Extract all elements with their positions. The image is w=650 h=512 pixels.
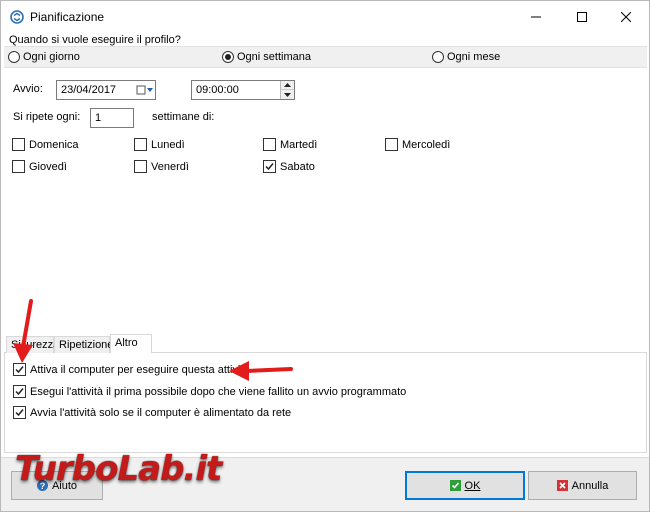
frequency-options: Ogni giorno Ogni settimana Ogni mese (4, 46, 647, 68)
window-title: Pianificazione (30, 10, 105, 24)
weeks-label: settimane di: (152, 111, 215, 123)
start-time-value: 09:00:00 (196, 84, 239, 96)
options-tabstrip: Sicurezza Ripetizione Altro (4, 334, 647, 354)
cancel-button[interactable]: Annulla (528, 471, 637, 500)
checkmark-icon (15, 388, 24, 396)
minimize-button[interactable] (513, 1, 559, 33)
day-checkbox-giovedi[interactable]: Giovedì (12, 160, 67, 173)
day-checkbox-domenica[interactable]: Domenica (12, 138, 79, 151)
calendar-icon (136, 85, 153, 95)
start-date-picker[interactable]: 23/04/2017 (56, 80, 156, 100)
maximize-icon (577, 12, 587, 22)
scheduling-dialog: Pianificazione Quando si vuole eseguire … (0, 0, 650, 512)
schedule-question: Quando si vuole eseguire il profilo? (9, 34, 181, 46)
start-date-value: 23/04/2017 (61, 84, 117, 96)
repeat-label: Si ripete ogni: (13, 111, 81, 123)
checkmark-icon (265, 163, 274, 171)
day-checkbox-mercoledi[interactable]: Mercoledì (385, 138, 450, 151)
radio-circle (432, 51, 444, 63)
checkmark-icon (15, 366, 24, 374)
radio-circle (8, 51, 20, 63)
spin-down-icon[interactable] (281, 90, 294, 99)
tab-ripetizione[interactable]: Ripetizione (54, 336, 113, 353)
radio-circle-selected (222, 51, 234, 63)
ok-button[interactable]: OK (405, 471, 525, 500)
radio-ogni-settimana[interactable]: Ogni settimana (222, 51, 311, 63)
repeat-weeks-input[interactable]: 1 (90, 108, 134, 128)
tab-panel-altro: Attiva il computer per eseguire questa a… (4, 353, 647, 453)
option-ac-power-only[interactable]: Avvia l'attività solo se il computer è a… (13, 406, 291, 419)
cancel-x-icon (556, 480, 568, 491)
start-label: Avvio: (13, 83, 43, 95)
maximize-button[interactable] (559, 1, 605, 33)
day-checkbox-venerdi[interactable]: Venerdì (134, 160, 189, 173)
option-wake-computer[interactable]: Attiva il computer per eseguire questa a… (13, 363, 250, 376)
checkmark-icon (15, 409, 24, 417)
close-icon (621, 12, 631, 22)
radio-ogni-mese[interactable]: Ogni mese (432, 51, 500, 63)
tab-altro[interactable]: Altro (110, 334, 152, 354)
app-icon (10, 10, 24, 24)
minimize-icon (531, 16, 541, 18)
title-bar: Pianificazione (1, 1, 649, 33)
start-time-input[interactable]: 09:00:00 (191, 80, 295, 100)
radio-ogni-giorno[interactable]: Ogni giorno (8, 51, 80, 63)
day-checkbox-lunedi[interactable]: Lunedì (134, 138, 185, 151)
day-checkbox-sabato[interactable]: Sabato (263, 160, 315, 173)
calendar-dropdown-button[interactable] (135, 81, 155, 99)
ok-check-icon (449, 480, 461, 491)
option-run-missed-task[interactable]: Esegui l'attività il prima possibile dop… (13, 385, 406, 398)
turbolab-watermark: TurboLab.it (15, 449, 222, 489)
close-button[interactable] (603, 1, 649, 33)
time-spinner[interactable] (280, 81, 294, 99)
tab-sicurezza[interactable]: Sicurezza (6, 336, 59, 353)
day-checkbox-martedi[interactable]: Martedì (263, 138, 317, 151)
spin-up-icon[interactable] (281, 81, 294, 90)
